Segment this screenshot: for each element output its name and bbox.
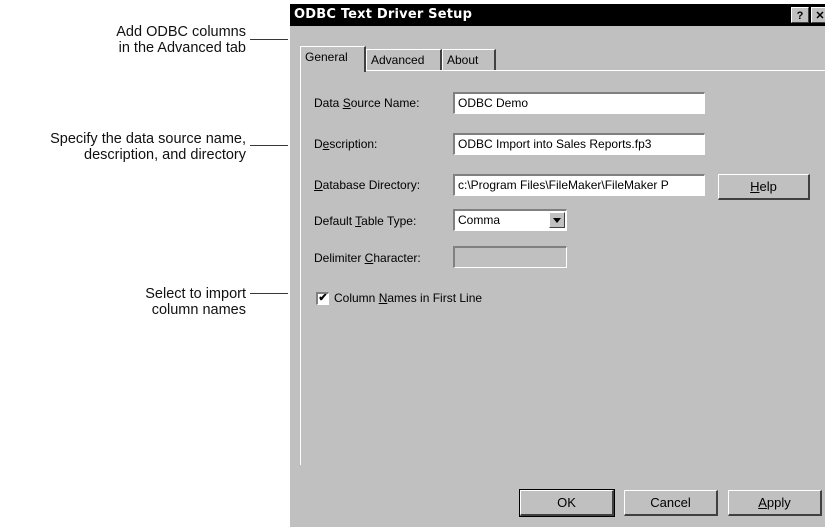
description-value: ODBC Import into Sales Reports.fp3: [458, 137, 652, 151]
label-text: D: [314, 137, 323, 151]
ok-button[interactable]: OK: [519, 489, 615, 517]
button-accelerator: H: [750, 179, 760, 194]
callout-import: Select to import column names: [145, 286, 246, 318]
cancel-button[interactable]: Cancel: [624, 490, 718, 516]
button-text: pply: [766, 495, 791, 510]
label-text: ames in First Line: [387, 291, 483, 305]
default-table-type-select[interactable]: Comma: [453, 209, 567, 231]
label-accelerator: S: [342, 96, 351, 110]
callout-data-source-line1: Specify the data source name,: [50, 131, 246, 147]
data-source-name-label: Data Source Name:: [314, 96, 419, 110]
label-text: Data: [314, 96, 343, 110]
callout-import-line1: Select to import: [145, 286, 246, 302]
callout-data-source-line2: description, and directory: [84, 147, 246, 163]
label-text: Delimiter: [314, 251, 365, 265]
button-text: Cancel: [650, 495, 691, 510]
checkmark-icon: ✔: [318, 292, 328, 304]
column-names-label: Column Names in First Line: [334, 291, 482, 305]
apply-button[interactable]: Apply: [728, 490, 822, 516]
close-button[interactable]: ✕: [811, 7, 825, 23]
label-text: scription:: [329, 137, 378, 151]
data-source-name-value: ODBC Demo: [458, 96, 529, 110]
callout-advanced-tab: Add ODBC columns in the Advanced tab: [116, 24, 246, 56]
delimiter-character-input[interactable]: [453, 246, 567, 268]
column-names-checkbox[interactable]: ✔: [316, 292, 329, 305]
question-icon: ?: [796, 10, 804, 22]
description-input[interactable]: ODBC Import into Sales Reports.fp3: [453, 133, 705, 155]
tab-general-label: General: [305, 50, 348, 64]
label-text: able Type:: [361, 214, 417, 228]
label-text: Default: [314, 214, 356, 228]
close-icon: ✕: [815, 10, 825, 22]
database-directory-input[interactable]: c:\Program Files\FileMaker\FileMaker P: [453, 174, 705, 196]
tab-about-label: About: [447, 53, 479, 67]
tab-advanced-label: Advanced: [371, 53, 425, 67]
data-source-name-input[interactable]: ODBC Demo: [453, 92, 705, 114]
button-text: OK: [557, 495, 576, 510]
callout-data-source: Specify the data source name, descriptio…: [50, 131, 246, 163]
callout-import-line2: column names: [151, 302, 246, 318]
dialog-title: ODBC Text Driver Setup: [294, 7, 473, 22]
tab-advanced[interactable]: Advanced: [366, 49, 442, 71]
callout-advanced-line2: in the Advanced tab: [118, 40, 246, 56]
delimiter-character-label: Delimiter Character:: [314, 251, 421, 265]
tab-about[interactable]: About: [442, 49, 496, 71]
label-text: Column: [334, 291, 379, 305]
label-text: haracter:: [373, 251, 421, 265]
description-label: Description:: [314, 137, 377, 151]
chevron-down-icon[interactable]: [549, 212, 565, 228]
title-bar: ODBC Text Driver Setup ? ✕: [290, 4, 825, 26]
default-table-type-label: Default Table Type:: [314, 214, 416, 228]
label-accelerator: D: [314, 178, 323, 192]
odbc-setup-dialog: ODBC Text Driver Setup ? ✕ General Advan…: [288, 2, 825, 527]
button-text: elp: [759, 179, 777, 194]
tab-general[interactable]: General: [300, 46, 366, 72]
callout-advanced-line1: Add ODBC columns: [116, 24, 246, 40]
button-accelerator: A: [758, 495, 767, 510]
default-table-type-value: Comma: [458, 213, 501, 227]
label-text: atabase Directory:: [322, 178, 421, 192]
help-title-button[interactable]: ?: [791, 7, 809, 23]
label-text: ource Name:: [350, 96, 420, 110]
help-button[interactable]: Help: [718, 174, 810, 200]
database-directory-label: Database Directory:: [314, 178, 420, 192]
database-directory-value: c:\Program Files\FileMaker\FileMaker P: [458, 178, 669, 192]
